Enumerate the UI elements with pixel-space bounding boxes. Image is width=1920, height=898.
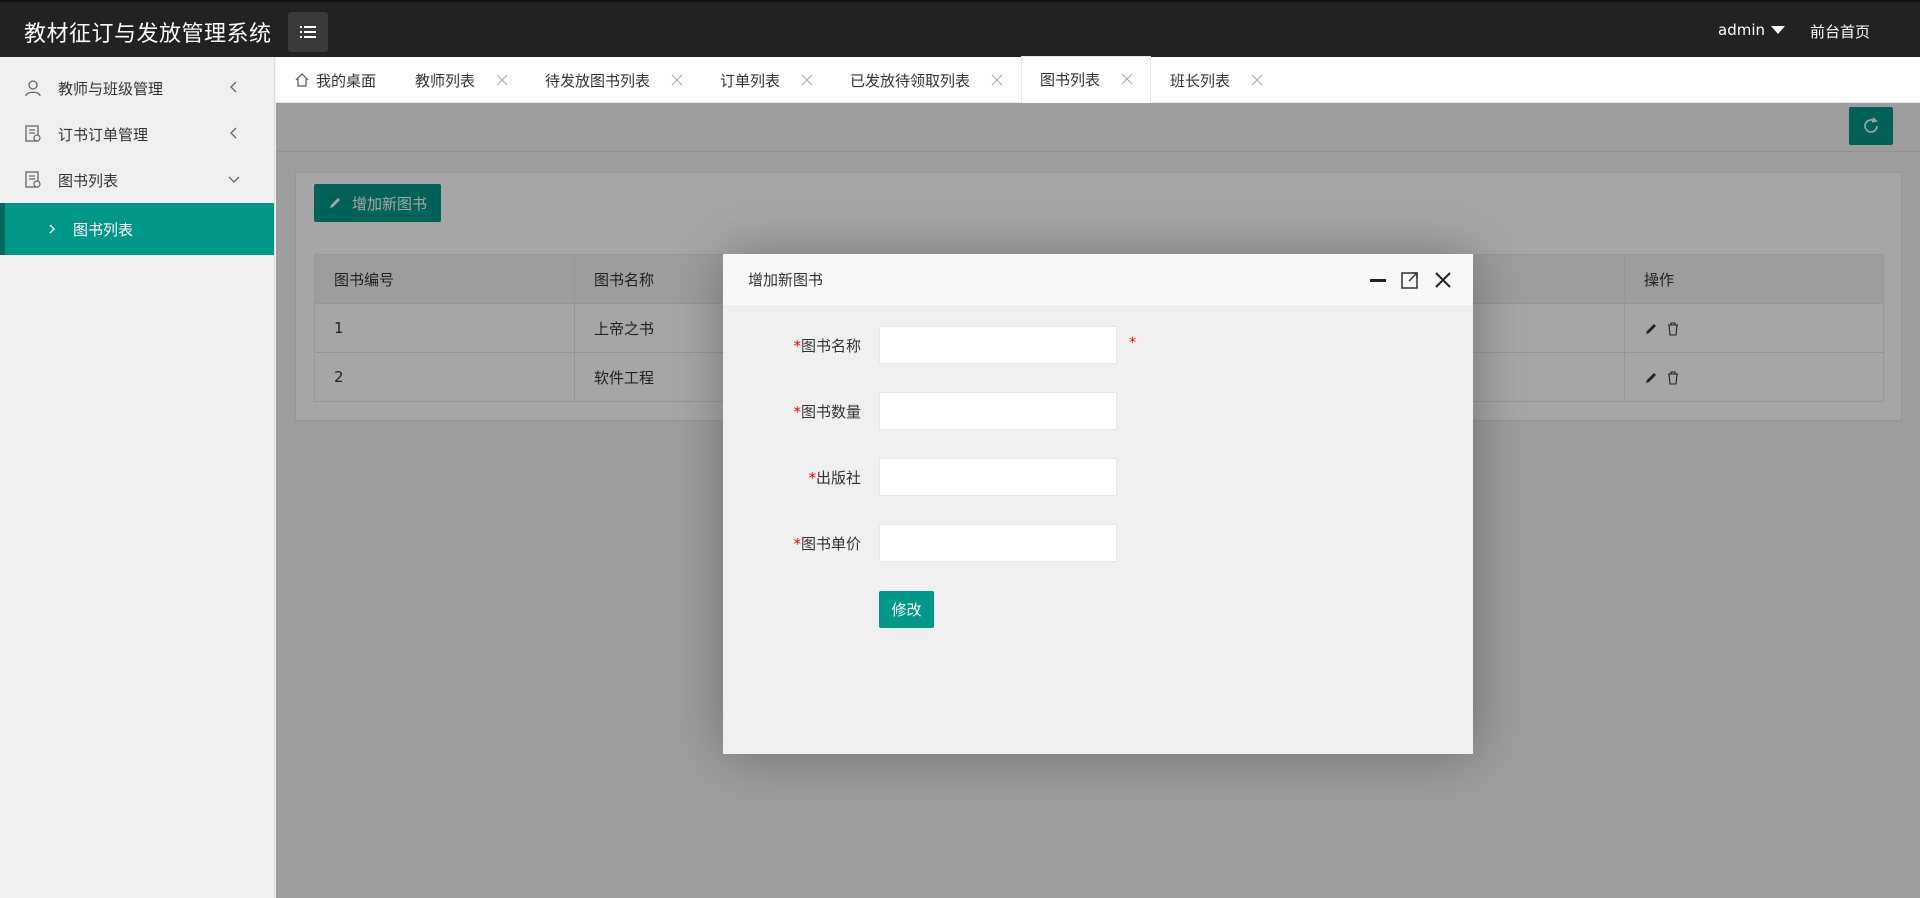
dialog-title-bar: 增加新图书 [723, 254, 1473, 306]
sidebar-item-teacher-class[interactable]: 教师与班级管理 [0, 65, 274, 111]
tab-bar: 我的桌面 教师列表 待发放图书列表 订单列表 已发放待领取列表 图书列表 班长列… [276, 57, 1920, 103]
tab-monitor-list[interactable]: 班长列表 [1170, 57, 1264, 103]
maximize-icon[interactable] [1400, 270, 1420, 290]
list-icon [300, 26, 316, 38]
minimize-icon[interactable] [1368, 270, 1388, 290]
tab-book-list[interactable]: 图书列表 [1022, 57, 1150, 103]
user-icon [25, 80, 41, 97]
close-icon[interactable] [670, 73, 684, 87]
tab-teacher-list[interactable]: 教师列表 [415, 57, 509, 103]
close-icon[interactable] [1120, 72, 1134, 86]
form-row-book-name: *图书名称 * [723, 326, 1473, 364]
sidebar-subitem-label: 图书列表 [73, 220, 134, 239]
unit-price-label: *图书单价 [723, 533, 861, 554]
chevron-down-icon [228, 176, 240, 183]
form-row-unit-price: *图书单价 [723, 524, 1473, 562]
close-icon[interactable] [800, 73, 814, 87]
tab-desktop[interactable]: 我的桌面 [294, 57, 376, 103]
chevron-left-icon [230, 81, 237, 93]
book-quantity-label: *图书数量 [723, 401, 861, 422]
document-icon [25, 171, 41, 188]
sidebar-subitem-book-list[interactable]: 图书列表 [0, 203, 274, 255]
close-icon[interactable] [495, 73, 509, 87]
front-page-link[interactable]: 前台首页 [1810, 21, 1870, 42]
dialog-title: 增加新图书 [748, 271, 824, 289]
form-row-book-quantity: *图书数量 [723, 392, 1473, 430]
chevron-left-icon [230, 127, 237, 139]
unit-price-input[interactable] [879, 524, 1117, 562]
sidebar-item-label: 图书列表 [58, 171, 119, 190]
sidebar-item-label: 教师与班级管理 [58, 79, 164, 98]
tab-issued-list[interactable]: 已发放待领取列表 [850, 57, 1004, 103]
caret-down-icon [1771, 26, 1785, 34]
book-quantity-input[interactable] [879, 392, 1117, 430]
required-mark: * [808, 469, 816, 487]
field-label: 图书名称 [800, 337, 861, 355]
required-mark: * [1129, 335, 1136, 351]
sidebar-item-books[interactable]: 图书列表 [0, 157, 274, 203]
sidebar-item-orders[interactable]: 订书订单管理 [0, 111, 274, 157]
tab-label: 待发放图书列表 [545, 71, 651, 90]
menu-toggle-button[interactable] [288, 12, 328, 52]
book-name-input[interactable] [879, 326, 1117, 364]
tab-label: 图书列表 [1040, 70, 1101, 89]
sidebar: 教师与班级管理 订书订单管理 图书列表 图书列表 [0, 57, 275, 898]
required-mark: * [793, 337, 801, 355]
sidebar-item-label: 订书订单管理 [58, 125, 149, 144]
publisher-label: *出版社 [723, 467, 861, 488]
tab-label: 订单列表 [720, 71, 781, 90]
tab-label: 我的桌面 [316, 71, 377, 90]
document-icon [25, 125, 41, 142]
required-mark: * [793, 535, 801, 553]
close-icon[interactable] [1250, 73, 1264, 87]
tab-order-list[interactable]: 订单列表 [720, 57, 814, 103]
tab-pending-books[interactable]: 待发放图书列表 [545, 57, 684, 103]
close-icon[interactable] [990, 73, 1004, 87]
tab-label: 已发放待领取列表 [850, 71, 971, 90]
user-menu[interactable]: admin [1718, 21, 1785, 39]
close-icon[interactable] [1433, 270, 1453, 290]
form-row-publisher: *出版社 [723, 458, 1473, 496]
submit-button[interactable]: 修改 [879, 591, 934, 628]
tab-label: 班长列表 [1170, 71, 1231, 90]
field-label: 图书数量 [800, 403, 861, 421]
field-label: 出版社 [815, 469, 861, 487]
tab-label: 教师列表 [415, 71, 476, 90]
book-name-label: *图书名称 [723, 335, 861, 356]
required-mark: * [793, 403, 801, 421]
home-icon [295, 73, 309, 87]
user-name: admin [1718, 21, 1765, 39]
field-label: 图书单价 [800, 535, 861, 553]
app-title: 教材征订与发放管理系统 [24, 22, 272, 47]
top-header: 教材征订与发放管理系统 admin 前台首页 [0, 0, 1920, 57]
publisher-input[interactable] [879, 458, 1117, 496]
chevron-right-icon [49, 224, 55, 234]
add-book-dialog: 增加新图书 *图书名称 * *图书数量 *出版社 *图书单价 修改 [723, 254, 1473, 754]
